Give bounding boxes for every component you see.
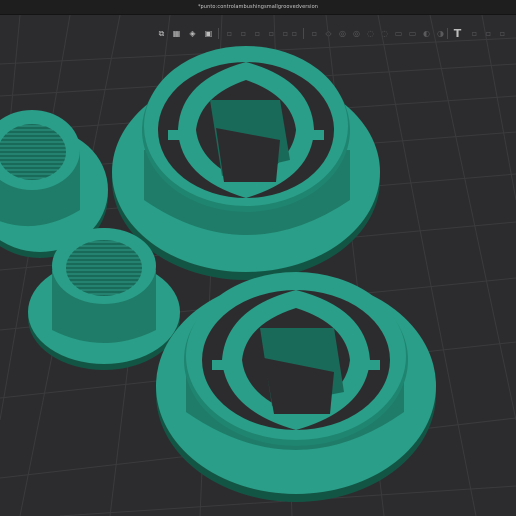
window-title: *punto:controlambushingsmallgroovedversi… [197,4,319,10]
large-bushing-bottom[interactable] [156,272,436,502]
title-bar: *punto:controlambushingsmallgroovedversi… [0,0,516,15]
3d-viewport[interactable] [0,15,516,516]
large-bushing-top[interactable] [112,46,380,280]
